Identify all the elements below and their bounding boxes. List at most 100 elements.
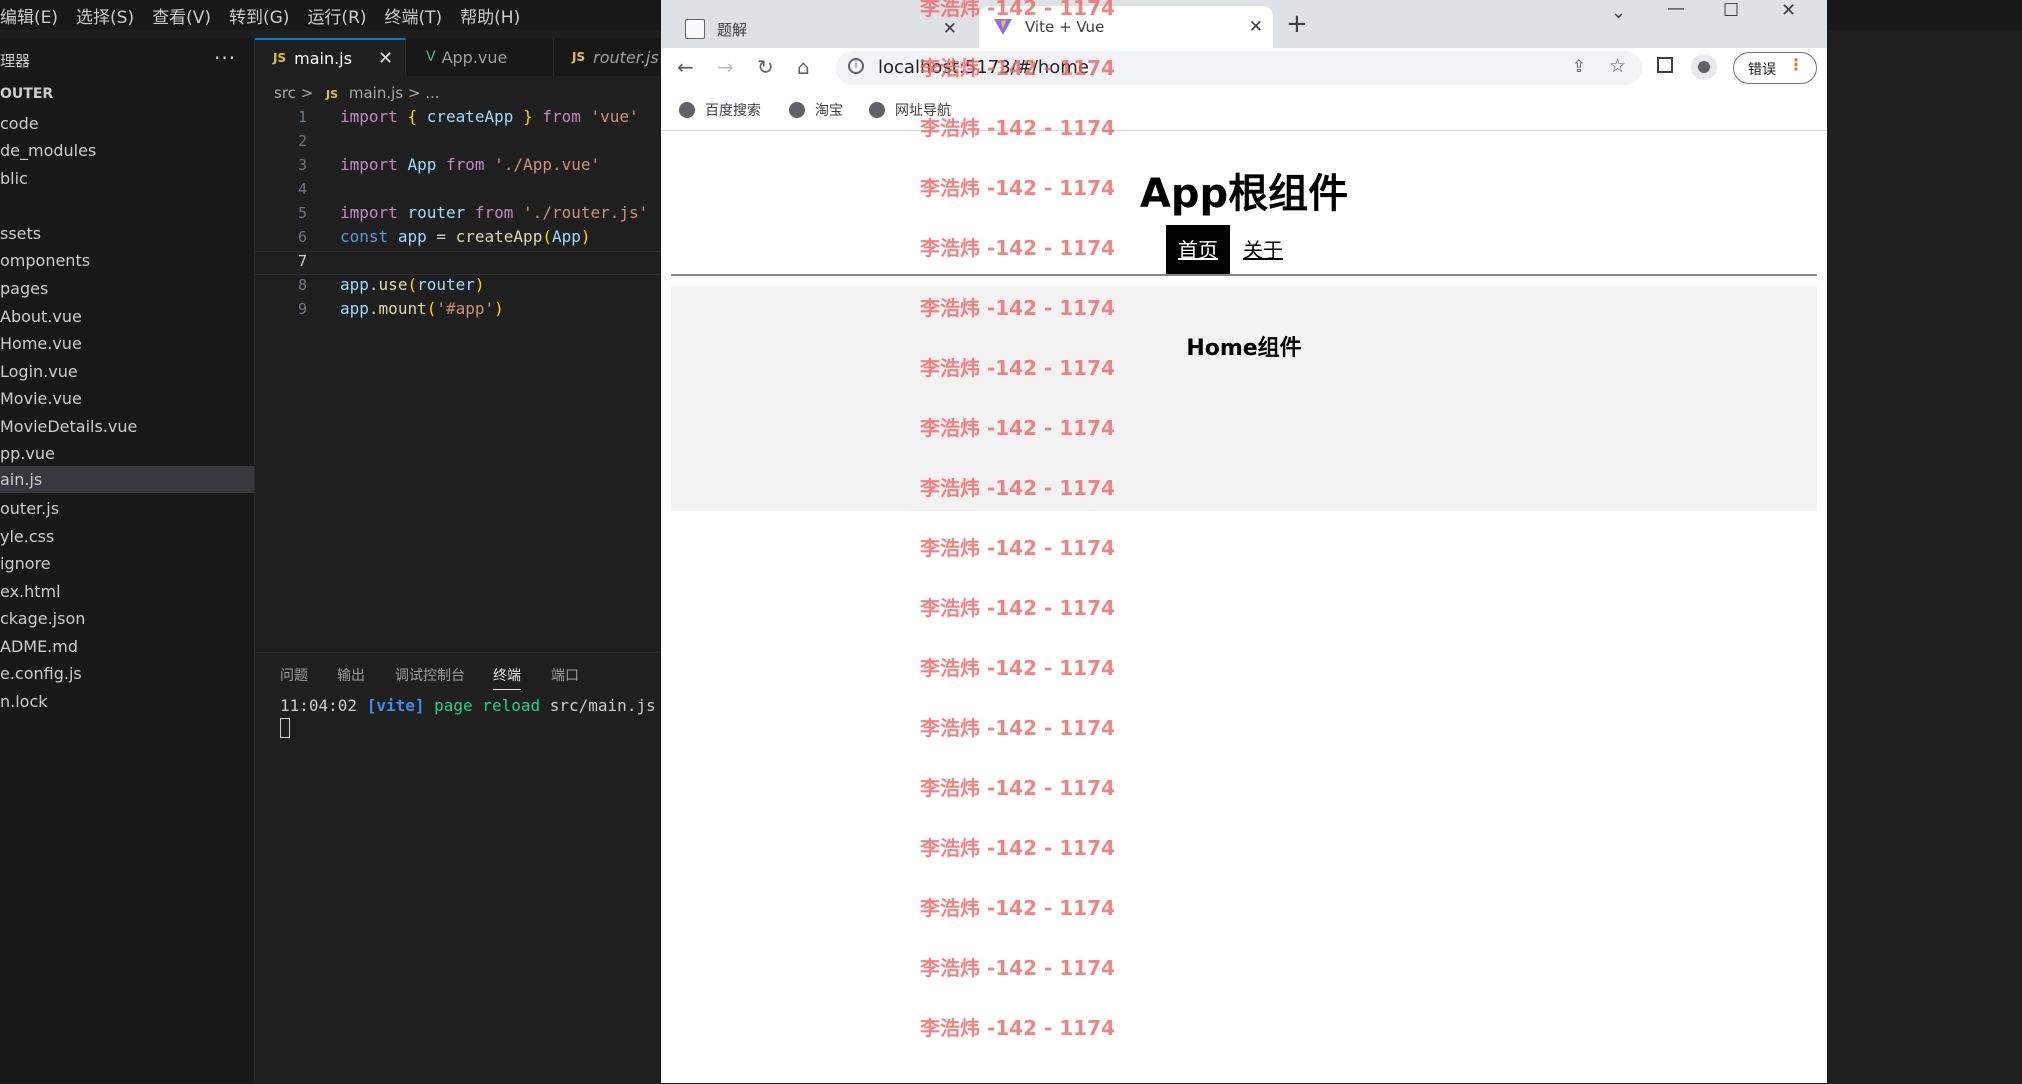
home-icon[interactable]: ⌂ <box>797 55 810 79</box>
menu-help[interactable]: 帮助(H) <box>460 3 520 28</box>
tree-item-selected[interactable]: ain.js <box>0 466 254 493</box>
panel-tab-debug-console[interactable]: 调试控制台 <box>395 665 465 685</box>
js-file-icon: JS <box>326 88 339 101</box>
tree-item[interactable]: ssets <box>0 220 254 247</box>
more-actions-icon[interactable]: ··· <box>214 46 236 70</box>
tree-item[interactable]: outer.js <box>0 495 254 522</box>
tree-item[interactable]: de_modules <box>0 137 254 164</box>
tree-item[interactable]: omponents <box>0 247 254 274</box>
menu-terminal[interactable]: 终端(T) <box>385 3 443 28</box>
side-panel-icon[interactable] <box>1657 57 1673 73</box>
error-button[interactable]: 错误 ⋮ <box>1733 52 1817 84</box>
forward-arrow-icon[interactable]: → <box>717 55 734 79</box>
tab-search-icon[interactable]: ⌄ <box>1611 2 1626 23</box>
breadcrumb-folder[interactable]: src <box>274 84 296 102</box>
bookmark-label: 网址导航 <box>895 103 951 119</box>
browser-tab-title: Vite + Vue <box>1025 18 1105 36</box>
tab-main-js[interactable]: JS main.js ✕ <box>255 38 406 76</box>
tree-item[interactable]: ckage.json <box>0 605 254 632</box>
share-icon[interactable]: ⇪ <box>1572 57 1586 77</box>
line-number: 4 <box>297 180 307 198</box>
code-line: app.use(router) <box>340 275 485 294</box>
bookmark-label: 百度搜索 <box>705 103 761 119</box>
tree-item[interactable]: Login.vue <box>0 358 254 385</box>
explorer-title: 理器 <box>0 52 31 70</box>
menu-run[interactable]: 运行(R) <box>307 3 366 28</box>
menu-selection[interactable]: 选择(S) <box>76 3 134 28</box>
editor-right-area <box>1827 38 2022 1083</box>
code-line: const app = createApp(App) <box>340 227 591 246</box>
tree-item[interactable]: code <box>0 110 254 137</box>
panel-tab-terminal[interactable]: 终端 <box>493 665 521 690</box>
close-icon[interactable]: ✕ <box>378 48 393 69</box>
person-icon <box>1698 61 1710 73</box>
profile-avatar[interactable] <box>1691 54 1717 80</box>
panel-tab-problems[interactable]: 问题 <box>280 665 308 685</box>
terminal-cursor <box>280 718 290 738</box>
tree-item[interactable]: pages <box>0 275 254 302</box>
kebab-menu-icon: ⋮ <box>1788 55 1804 74</box>
tree-item[interactable]: Home.vue <box>0 330 254 357</box>
code-editor[interactable]: 1 2 3 4 5 6 7 8 9 import { createApp } f… <box>255 104 660 644</box>
site-info-icon[interactable]: i <box>848 58 864 74</box>
browser-tab-title: 题解 <box>717 20 748 39</box>
editor-tabs: JS main.js ✕ V App.vue JS router.js <box>255 38 660 76</box>
nav-link-about[interactable]: 关于 <box>1243 225 1283 275</box>
bookmark-baidu[interactable]: 百度搜索 <box>679 100 761 120</box>
chevron-right-icon: > <box>300 84 314 102</box>
reload-icon[interactable]: ↻ <box>757 55 774 79</box>
bookmarks-bar: 百度搜索 淘宝 网址导航 <box>661 90 1827 131</box>
menu-go[interactable]: 转到(G) <box>229 3 289 28</box>
tree-item[interactable]: MovieDetails.vue <box>0 413 254 440</box>
window-close-button[interactable]: ✕ <box>1781 0 1796 21</box>
project-root[interactable]: OUTER <box>0 86 53 102</box>
divider <box>671 274 1817 276</box>
tree-item[interactable]: ADME.md <box>0 633 254 660</box>
browser-tab-vite-vue[interactable]: Vite + Vue ✕ <box>979 6 1273 48</box>
tree-item[interactable]: yle.css <box>0 523 254 550</box>
tree-item[interactable]: blic <box>0 165 254 192</box>
explorer-sidebar: 理器 ··· OUTER code de_modules blic ssets … <box>0 38 255 1083</box>
home-component: Home组件 <box>671 286 1817 511</box>
minimize-button[interactable]: — <box>1667 0 1685 19</box>
close-icon[interactable]: ✕ <box>1249 17 1263 37</box>
browser-tab-solutions[interactable]: 题解 ✕ <box>685 10 967 48</box>
panel-tab-ports[interactable]: 端口 <box>551 665 579 685</box>
home-title: Home组件 <box>1186 336 1302 361</box>
url-text: localhost:5173/#/home <box>878 57 1089 78</box>
bookmark-star-icon[interactable]: ☆ <box>1609 55 1626 77</box>
tree-item[interactable]: ignore <box>0 550 254 577</box>
tree-item[interactable]: e.config.js <box>0 660 254 687</box>
browser-toolbar: ← → ↻ ⌂ i localhost:5173/#/home ⇪ ☆ 错误 ⋮ <box>661 48 1827 90</box>
line-number: 8 <box>297 276 307 294</box>
breadcrumb-file[interactable]: main.js <box>349 84 403 102</box>
tree-item[interactable]: About.vue <box>0 303 254 330</box>
panel-tab-output[interactable]: 输出 <box>337 665 365 685</box>
tree-item[interactable]: pp.vue <box>0 440 254 467</box>
maximize-button[interactable]: ☐ <box>1723 0 1739 21</box>
new-tab-button[interactable]: + <box>1286 9 1308 39</box>
line-number: 6 <box>297 228 307 246</box>
breadcrumb-rest[interactable]: > ... <box>408 84 440 102</box>
line-number: 7 <box>297 252 307 270</box>
tab-app-vue[interactable]: V App.vue <box>406 38 554 76</box>
nav-link-home[interactable]: 首页 <box>1166 225 1230 275</box>
terminal-msg: page reload <box>434 696 541 715</box>
tree-item[interactable]: n.lock <box>0 688 254 715</box>
bookmark-taobao[interactable]: 淘宝 <box>789 100 843 120</box>
menu-view[interactable]: 查看(V) <box>152 3 211 28</box>
menu-edit[interactable]: 编辑(E) <box>0 3 58 28</box>
bottom-panel: 问题 输出 调试控制台 终端 端口 <box>255 652 660 1084</box>
line-number: 1 <box>297 108 307 126</box>
code-line: import { createApp } from 'vue' <box>340 107 639 126</box>
terminal-output[interactable]: 11:04:02 [vite] page reload src/main.js <box>280 696 656 715</box>
line-number: 3 <box>297 156 307 174</box>
tab-router-js[interactable]: JS router.js <box>554 38 660 76</box>
tree-item[interactable]: Movie.vue <box>0 385 254 412</box>
tree-item[interactable]: ex.html <box>0 578 254 605</box>
code-line: app.mount('#app') <box>340 299 504 318</box>
close-icon[interactable]: ✕ <box>943 19 957 39</box>
back-arrow-icon[interactable]: ← <box>677 55 694 79</box>
bookmark-nav[interactable]: 网址导航 <box>869 100 951 120</box>
address-bar[interactable]: i localhost:5173/#/home ⇪ ☆ <box>836 51 1642 85</box>
